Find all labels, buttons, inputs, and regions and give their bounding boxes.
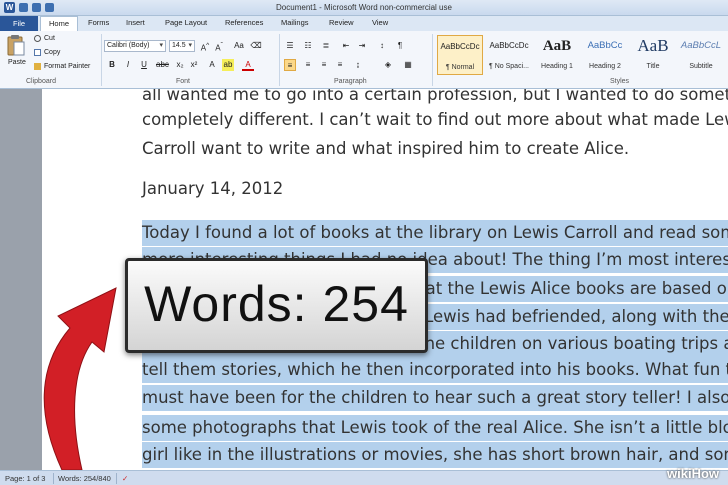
word-count-callout-text: Words: 254 <box>144 276 409 332</box>
tab-references[interactable]: References <box>225 18 263 27</box>
ribbon: Paste Cut Copy Format Painter Clipboard … <box>0 31 728 89</box>
selected-line: must have been for the children to hear … <box>142 385 728 411</box>
tab-insert[interactable]: Insert <box>126 18 145 27</box>
word-count-status[interactable]: Words: 254/840 <box>58 474 111 483</box>
copy-icon <box>34 49 41 56</box>
tab-view[interactable]: View <box>372 18 388 27</box>
line-spacing-icon[interactable]: ↨ <box>352 59 364 71</box>
highlight-icon[interactable]: ab <box>222 59 234 71</box>
divider <box>279 34 280 86</box>
show-formatting-icon[interactable]: ¶ <box>394 40 406 52</box>
strikethrough-button[interactable]: abc <box>156 59 169 71</box>
tab-file[interactable]: File <box>0 16 38 31</box>
shading-icon[interactable]: ◈ <box>382 59 394 71</box>
format-painter-button[interactable]: Format Painter <box>34 63 90 70</box>
sort-icon[interactable]: ↕ <box>376 40 388 52</box>
tab-forms[interactable]: Forms <box>88 18 109 27</box>
doc-line: all wanted me to go into a certain profe… <box>142 89 728 104</box>
clipboard-group-label: Clipboard <box>26 78 56 85</box>
font-color-icon[interactable]: A <box>242 59 254 71</box>
font-size-select[interactable]: 14.5 <box>169 40 195 52</box>
doc-line: completely different. I can’t wait to fi… <box>142 110 728 129</box>
tab-mailings[interactable]: Mailings <box>281 18 309 27</box>
style-normal[interactable]: AaBbCcDc ¶ Normal <box>437 35 483 75</box>
page-count-status[interactable]: Page: 1 of 3 <box>5 474 45 483</box>
clear-format-icon[interactable]: ⌫ <box>250 40 262 52</box>
text-effects-icon[interactable]: A <box>206 59 218 71</box>
bullets-icon[interactable]: ☰ <box>284 40 296 52</box>
tab-review[interactable]: Review <box>329 18 354 27</box>
align-left-button[interactable]: ≡ <box>284 59 296 71</box>
cut-button[interactable]: Cut <box>34 35 55 42</box>
justify-button[interactable]: ≡ <box>334 59 346 71</box>
red-arrow-icon <box>43 287 117 471</box>
doc-date: January 14, 2012 <box>142 179 284 198</box>
align-right-button[interactable]: ≡ <box>318 59 330 71</box>
subscript-button[interactable]: x₂ <box>174 59 186 71</box>
style-heading-1[interactable]: AaB Heading 1 <box>534 35 580 75</box>
style-title[interactable]: AaB Title <box>630 35 676 75</box>
font-name-select[interactable]: Calibri (Body) <box>104 40 166 52</box>
style-no-spacing[interactable]: AaBbCcDc ¶ No Spaci... <box>486 35 532 75</box>
tab-page-layout[interactable]: Page Layout <box>165 18 207 27</box>
wikihow-watermark: wikiHow <box>667 466 720 481</box>
selected-line: tell them stories, which he then incorpo… <box>142 357 728 383</box>
borders-icon[interactable]: ▦ <box>402 59 414 71</box>
grow-font-icon[interactable]: A^ <box>199 40 211 53</box>
divider <box>53 473 54 484</box>
selected-line: girl like in the illustrations or movies… <box>142 442 728 468</box>
copy-button[interactable]: Copy <box>34 49 60 56</box>
numbering-icon[interactable]: ☷ <box>302 40 314 52</box>
selected-line: Today I found a lot of books at the libr… <box>142 220 728 246</box>
ribbon-tabs: File Home Forms Insert Page Layout Refer… <box>0 16 728 31</box>
word-count-callout: Words: 254 <box>125 258 428 353</box>
style-subtitle[interactable]: AaBbCcL Subtitle <box>678 35 724 75</box>
title-bar: W Document1 - Microsoft Word non-commerc… <box>0 0 728 16</box>
styles-group-label: Styles <box>610 78 630 85</box>
scissors-icon <box>34 35 41 42</box>
divider <box>432 34 433 86</box>
superscript-button[interactable]: x² <box>188 59 200 71</box>
brush-icon <box>34 63 41 70</box>
italic-button[interactable]: I <box>122 59 134 71</box>
paste-button[interactable]: Paste <box>8 59 26 66</box>
underline-button[interactable]: U <box>138 59 150 71</box>
divider <box>101 34 102 86</box>
proofing-icon[interactable]: ✓ <box>122 474 128 483</box>
divider <box>116 473 117 484</box>
shrink-font-icon[interactable]: Aˇ <box>213 40 225 53</box>
increase-indent-icon[interactable]: ⇥ <box>356 40 368 52</box>
decrease-indent-icon[interactable]: ⇤ <box>340 40 352 52</box>
align-center-button[interactable]: ≡ <box>302 59 314 71</box>
status-bar: Page: 1 of 3 Words: 254/840 ✓ <box>0 470 728 485</box>
change-case-icon[interactable]: Aa <box>233 40 245 52</box>
font-group-label: Font <box>176 78 191 85</box>
selected-line: some photographs that Lewis took of the … <box>142 415 728 441</box>
paragraph-group-label: Paragraph <box>334 78 367 85</box>
tab-home[interactable]: Home <box>40 16 78 31</box>
doc-line: Carroll want to write and what inspired … <box>142 139 630 158</box>
paste-icon[interactable] <box>6 34 26 58</box>
multilevel-list-icon[interactable]: ≣ <box>320 40 332 52</box>
style-heading-2[interactable]: AaBbCc Heading 2 <box>582 35 628 75</box>
bold-button[interactable]: B <box>106 59 118 71</box>
window-title: Document1 - Microsoft Word non-commercia… <box>276 3 452 12</box>
